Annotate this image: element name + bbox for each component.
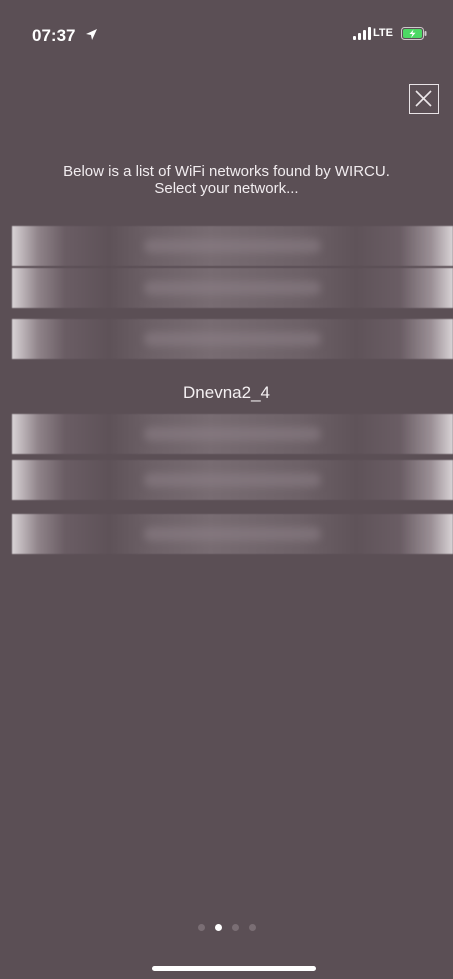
page-dot[interactable] <box>231 924 239 931</box>
network-item-obscured[interactable] <box>12 268 453 308</box>
network-item-obscured[interactable] <box>12 226 453 266</box>
status-bar: 07:37 LTE <box>0 0 453 64</box>
network-item-selected[interactable]: Dnevna2_4 <box>0 375 453 411</box>
page-dot[interactable] <box>248 924 256 931</box>
battery-charging-icon <box>401 27 427 40</box>
instruction-line-1: Below is a list of WiFi networks found b… <box>63 163 390 180</box>
page-indicator <box>0 924 453 931</box>
instruction-line-2: Select your network... <box>154 180 299 197</box>
signal-strength-icon <box>353 27 371 40</box>
instruction-text: Below is a list of WiFi networks found b… <box>0 163 453 197</box>
close-button[interactable] <box>409 84 439 114</box>
network-type-label: LTE <box>373 27 393 39</box>
close-icon <box>415 90 432 107</box>
network-item-obscured[interactable] <box>12 514 453 554</box>
status-time: 07:37 <box>32 26 76 45</box>
network-item-obscured[interactable] <box>12 460 453 500</box>
location-arrow-icon <box>86 29 97 40</box>
network-item-obscured[interactable] <box>12 414 453 454</box>
page-dot[interactable] <box>197 924 205 931</box>
home-indicator[interactable] <box>152 966 316 971</box>
page-dot-active[interactable] <box>214 924 222 931</box>
network-item-obscured[interactable] <box>12 319 453 359</box>
